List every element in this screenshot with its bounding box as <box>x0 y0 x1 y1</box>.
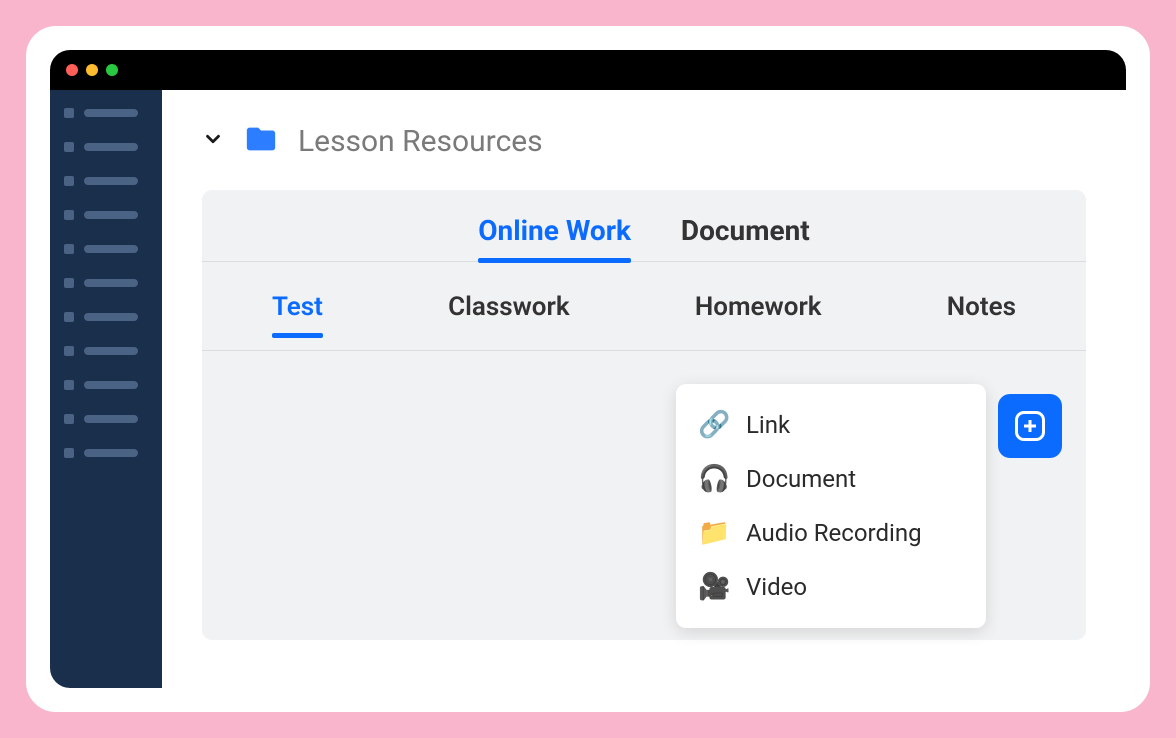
menu-item-label: Document <box>746 465 856 493</box>
tab-online-work[interactable]: Online Work <box>478 214 631 261</box>
window-controls <box>66 64 118 76</box>
minimize-window-icon[interactable] <box>86 64 98 76</box>
breadcrumb: Lesson Resources <box>202 122 1086 160</box>
title-bar <box>50 50 1126 90</box>
sidebar-item[interactable] <box>64 176 148 186</box>
sidebar-item[interactable] <box>64 312 148 322</box>
sidebar-item[interactable] <box>64 414 148 424</box>
menu-item-video[interactable]: 🎥 Video <box>676 560 986 614</box>
sidebar-item[interactable] <box>64 142 148 152</box>
browser-window: Lesson Resources Online Work Document Te… <box>50 50 1126 688</box>
app-body: Lesson Resources Online Work Document Te… <box>50 90 1126 688</box>
tab-test[interactable]: Test <box>272 292 323 336</box>
chevron-down-icon[interactable] <box>202 128 224 154</box>
close-window-icon[interactable] <box>66 64 78 76</box>
tab-document[interactable]: Document <box>681 214 810 261</box>
folder-emoji-icon: 📁 <box>698 518 728 548</box>
sidebar-item[interactable] <box>64 346 148 356</box>
main-content: Lesson Resources Online Work Document Te… <box>162 90 1126 688</box>
sidebar-item[interactable] <box>64 448 148 458</box>
menu-item-link[interactable]: 🔗 Link <box>676 398 986 452</box>
maximize-window-icon[interactable] <box>106 64 118 76</box>
menu-item-label: Link <box>746 411 790 439</box>
add-button[interactable] <box>998 394 1062 458</box>
link-icon: 🔗 <box>698 410 728 440</box>
sidebar-item[interactable] <box>64 380 148 390</box>
sidebar <box>50 90 162 688</box>
menu-item-label: Audio Recording <box>746 519 922 547</box>
sidebar-item[interactable] <box>64 108 148 118</box>
sidebar-item[interactable] <box>64 278 148 288</box>
tab-notes[interactable]: Notes <box>947 292 1016 336</box>
content-panel: Online Work Document Test Classwork Home… <box>202 190 1086 640</box>
tab-classwork[interactable]: Classwork <box>448 292 569 336</box>
tab-homework[interactable]: Homework <box>695 292 822 336</box>
outer-frame: Lesson Resources Online Work Document Te… <box>20 20 1156 718</box>
sidebar-item[interactable] <box>64 210 148 220</box>
sidebar-item[interactable] <box>64 244 148 254</box>
add-menu: 🔗 Link 🎧 Document 📁 Audio Recording <box>676 384 986 628</box>
tabs-secondary: Test Classwork Homework Notes <box>202 262 1086 351</box>
folder-icon <box>244 122 278 160</box>
tabs-primary: Online Work Document <box>202 190 1086 262</box>
breadcrumb-title: Lesson Resources <box>298 124 543 159</box>
menu-item-audio[interactable]: 📁 Audio Recording <box>676 506 986 560</box>
menu-item-document[interactable]: 🎧 Document <box>676 452 986 506</box>
video-icon: 🎥 <box>698 572 728 602</box>
headphones-icon: 🎧 <box>698 464 728 494</box>
menu-item-label: Video <box>746 573 807 601</box>
